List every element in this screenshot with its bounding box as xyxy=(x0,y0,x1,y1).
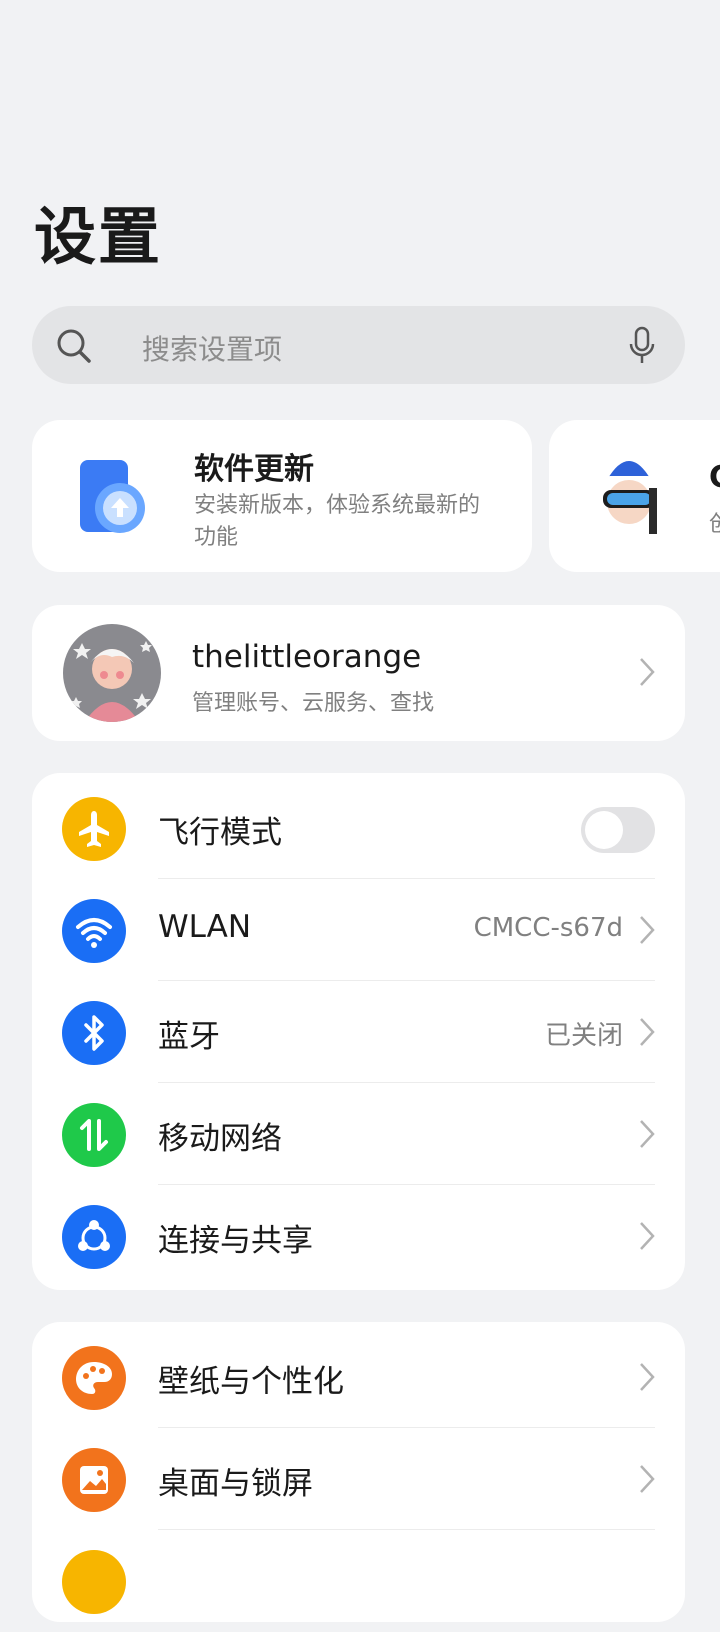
connectivity-group: 飞行模式 WLAN CMCC-s67d 蓝牙 已关闭 移动网络 连接与共享 xyxy=(32,773,685,1290)
software-update-title: 软件更新 xyxy=(194,452,314,487)
avatar xyxy=(62,623,162,727)
partial-row[interactable] xyxy=(32,1530,685,1632)
airplane-mode-label: 飞行模式 xyxy=(158,815,282,851)
account-subtitle: 管理账号、云服务、查找 xyxy=(192,691,435,716)
wlan-value: CMCC-s67d xyxy=(473,913,623,943)
chevron-right-icon xyxy=(639,915,655,949)
search-bar[interactable]: 搜索设置项 xyxy=(32,306,685,384)
memoji-card[interactable]: C 创 xyxy=(549,420,720,572)
wifi-icon xyxy=(62,899,126,963)
mobile-network-row[interactable]: 移动网络 xyxy=(32,1083,685,1185)
toggle-knob xyxy=(585,811,623,849)
wallpaper-label: 壁纸与个性化 xyxy=(158,1364,344,1400)
software-update-icon xyxy=(80,460,152,540)
airplane-icon xyxy=(62,797,126,861)
chevron-right-icon xyxy=(639,1464,655,1498)
search-icon xyxy=(54,326,94,370)
microphone-icon[interactable] xyxy=(627,326,657,370)
chevron-right-icon xyxy=(639,657,655,691)
connection-sharing-row[interactable]: 连接与共享 xyxy=(32,1185,685,1287)
chevron-right-icon xyxy=(639,1362,655,1396)
mobile-network-label: 移动网络 xyxy=(158,1121,282,1157)
bluetooth-icon xyxy=(62,1001,126,1065)
home-lock-screen-label: 桌面与锁屏 xyxy=(158,1466,313,1502)
wlan-row[interactable]: WLAN CMCC-s67d xyxy=(32,879,685,981)
mobile-data-icon xyxy=(62,1103,126,1167)
chevron-right-icon xyxy=(639,1119,655,1153)
share-icon xyxy=(62,1205,126,1269)
avatar-figure-icon xyxy=(593,446,665,548)
chevron-right-icon xyxy=(639,1221,655,1255)
bluetooth-label: 蓝牙 xyxy=(158,1019,220,1055)
yellow-icon xyxy=(62,1550,126,1614)
wallpaper-row[interactable]: 壁纸与个性化 xyxy=(32,1326,685,1428)
memoji-card-title: C xyxy=(709,460,720,495)
airplane-mode-row[interactable]: 飞行模式 xyxy=(32,777,685,879)
wlan-label: WLAN xyxy=(158,909,252,945)
palette-icon xyxy=(62,1346,126,1410)
software-update-card[interactable]: 软件更新 安装新版本，体验系统最新的功能 xyxy=(32,420,532,572)
personalization-group: 壁纸与个性化 桌面与锁屏 xyxy=(32,1322,685,1622)
connection-sharing-label: 连接与共享 xyxy=(158,1223,313,1259)
search-input[interactable]: 搜索设置项 xyxy=(142,328,282,368)
page-title: 设置 xyxy=(34,200,163,273)
account-card[interactable]: thelittleorange 管理账号、云服务、查找 xyxy=(32,605,685,741)
memoji-card-desc: 创 xyxy=(709,506,720,538)
picture-icon xyxy=(62,1448,126,1512)
bluetooth-value: 已关闭 xyxy=(544,1021,623,1051)
home-lock-screen-row[interactable]: 桌面与锁屏 xyxy=(32,1428,685,1530)
account-name: thelittleorange xyxy=(192,639,422,675)
airplane-mode-toggle[interactable] xyxy=(581,807,655,853)
software-update-desc: 安装新版本，体验系统最新的功能 xyxy=(194,493,481,550)
bluetooth-row[interactable]: 蓝牙 已关闭 xyxy=(32,981,685,1083)
chevron-right-icon xyxy=(639,1017,655,1051)
